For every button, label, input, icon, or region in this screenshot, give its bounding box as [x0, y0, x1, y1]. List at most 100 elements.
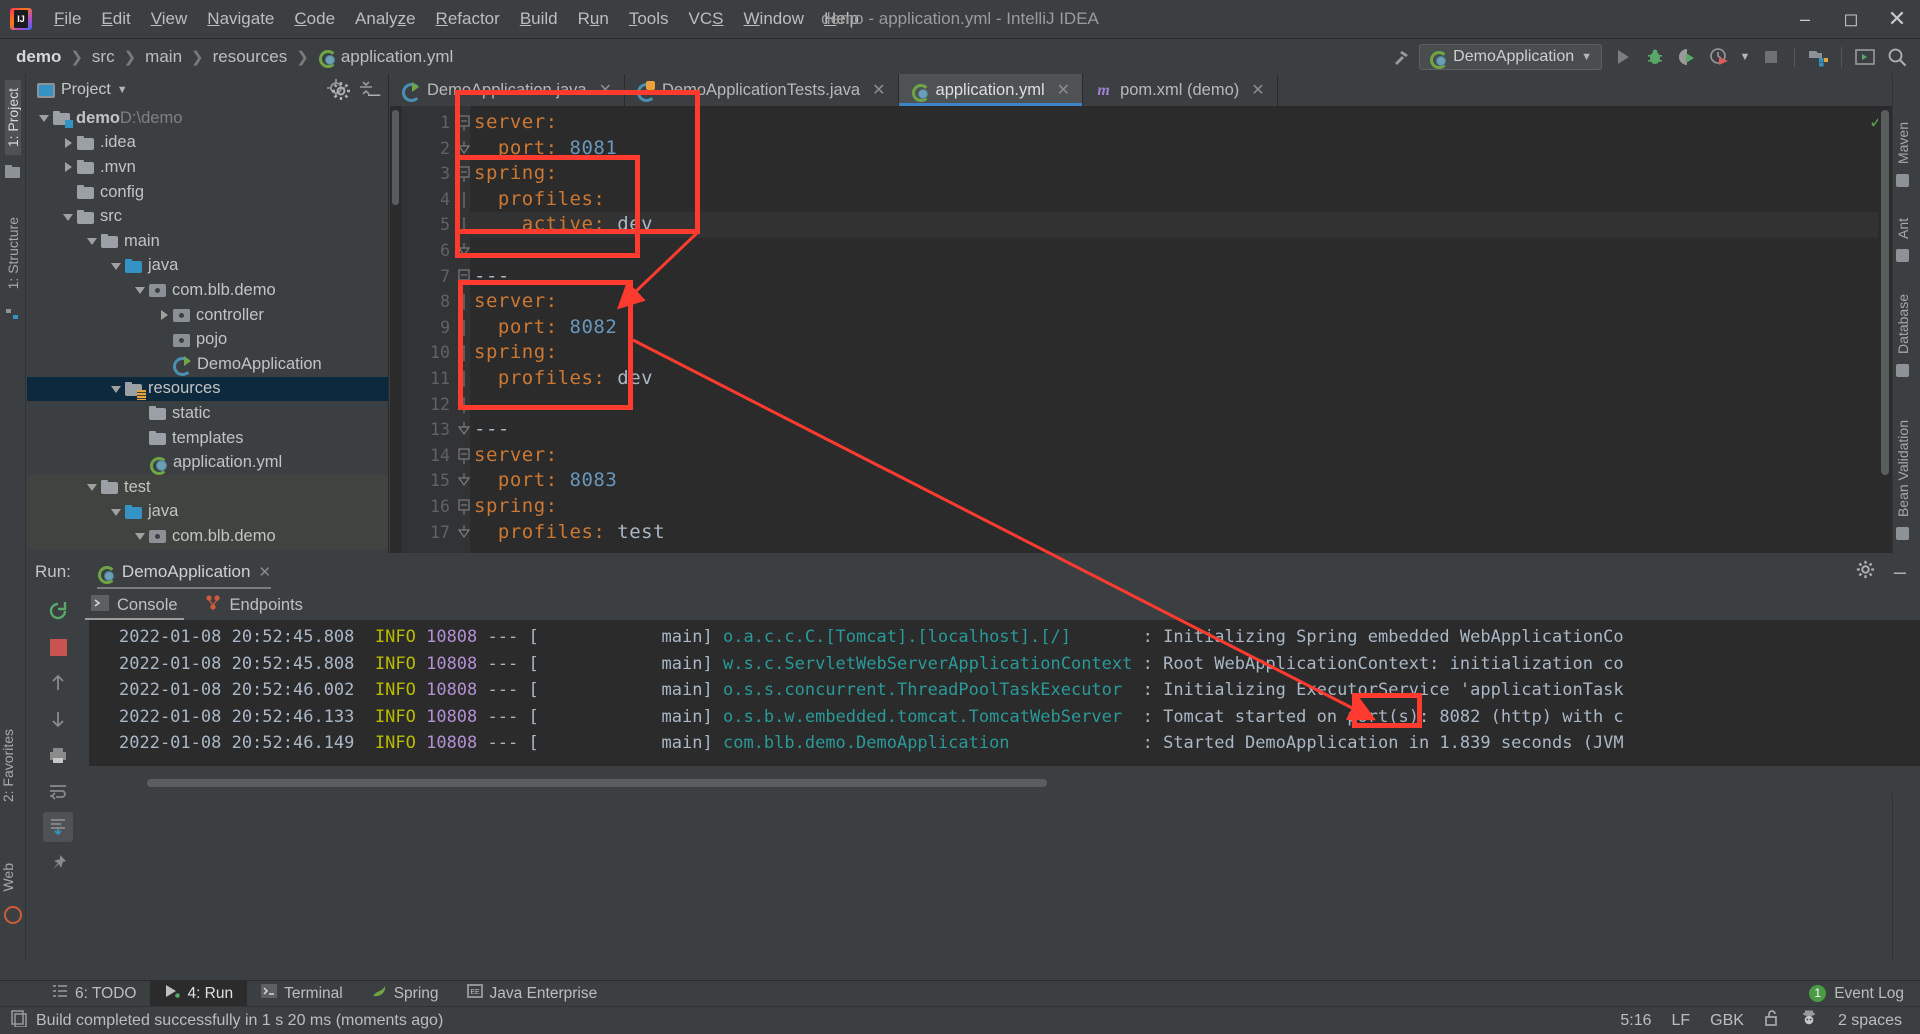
editor-tab-pom-xml--demo-[interactable]: m pom.xml (demo) ✕ [1083, 74, 1278, 106]
search-icon[interactable] [1882, 42, 1912, 72]
maximize-icon[interactable]: ◻ [1828, 0, 1874, 38]
close-icon[interactable]: ✕ [1874, 0, 1920, 38]
tree-node-static[interactable]: static [27, 401, 388, 426]
code-folding-marker[interactable] [458, 345, 472, 362]
code-folding-marker[interactable] [458, 217, 472, 234]
debug-icon[interactable] [1640, 42, 1670, 72]
console-output[interactable]: 2022-01-08 20:52:45.808 INFO 10808 --- [… [89, 620, 1920, 766]
code-folding-marker[interactable] [458, 448, 472, 465]
unlocked-icon[interactable] [1764, 1009, 1780, 1032]
editor-tab-application-yml[interactable]: application.yml ✕ [898, 74, 1084, 106]
code-line[interactable]: server: [474, 111, 558, 133]
tree-node-templates[interactable]: templates [27, 426, 388, 451]
code-line[interactable]: profiles: test [474, 521, 665, 543]
tree-node-java[interactable]: java [27, 254, 388, 279]
tree-node-demo[interactable]: demo D:\demo [27, 106, 388, 131]
sidebar-item-favorites[interactable]: 2: Favorites [0, 721, 16, 810]
tool-tab-java-enterprise[interactable]: EE Java Enterprise [453, 981, 612, 1007]
event-log-area[interactable]: 1 Event Log [1809, 985, 1920, 1003]
run-subtab-endpoints[interactable]: Endpoints [202, 590, 305, 620]
tool-tab-spring[interactable]: Spring [357, 981, 453, 1007]
chevron-down-icon[interactable] [109, 381, 125, 397]
scrollbar-thumb[interactable] [1881, 110, 1889, 475]
close-icon[interactable]: ✕ [1057, 80, 1070, 100]
code-folding-marker[interactable] [457, 243, 472, 257]
code-folding-marker[interactable] [458, 294, 472, 311]
hide-panel-icon[interactable]: ‒ [368, 82, 380, 104]
tool-tab-terminal[interactable]: Terminal [247, 981, 357, 1007]
code-line[interactable]: spring: [474, 162, 558, 184]
sidebar-item-web[interactable]: Web [0, 855, 16, 900]
menu-refactor[interactable]: Refactor [426, 5, 510, 33]
breadcrumb-item-demo[interactable]: demo [14, 47, 63, 67]
code-folding-marker[interactable] [458, 115, 472, 132]
menu-window[interactable]: Window [734, 5, 814, 33]
code-line[interactable]: profiles: dev [474, 367, 653, 389]
project-structure-icon[interactable] [1803, 42, 1833, 72]
editor-scrollbar[interactable] [1878, 106, 1892, 553]
editor-left-scrollbar[interactable] [390, 106, 402, 553]
tree-node-resources[interactable]: resources [27, 376, 388, 402]
menu-help[interactable]: Help [814, 5, 869, 33]
hammer-icon[interactable] [1387, 42, 1417, 72]
tool-tab-6--todo[interactable]: 6: TODO [38, 981, 150, 1007]
tree-node--idea[interactable]: .idea [27, 131, 388, 156]
chevron-down-icon[interactable] [133, 528, 149, 544]
tree-node-demoapplication[interactable]: DemoApplication [27, 352, 388, 377]
code-folding-marker[interactable] [457, 422, 472, 436]
run-icon[interactable] [1608, 42, 1638, 72]
rerun-icon[interactable] [43, 596, 73, 626]
sidebar-item-ant[interactable]: Ant [1895, 210, 1911, 270]
code-folding-marker[interactable] [458, 319, 472, 336]
tree-node-config[interactable]: config [27, 180, 388, 205]
profiler-icon[interactable] [1704, 42, 1734, 72]
tree-node-src[interactable]: src [27, 204, 388, 229]
tool-tab-4--run[interactable]: 4: Run [150, 980, 248, 1007]
menu-run[interactable]: Run [568, 5, 619, 33]
code-line[interactable]: server: [474, 290, 558, 312]
sidebar-item-structure[interactable]: 1: Structure [5, 209, 21, 297]
chevron-down-icon[interactable]: ▼ [117, 84, 128, 96]
console-horizontal-scrollbar[interactable] [89, 776, 1920, 790]
close-icon[interactable]: ✕ [258, 563, 271, 581]
editor-tab-demoapplicationtests-java[interactable]: DemoApplicationTests.java ✕ [625, 74, 899, 106]
menu-navigate[interactable]: Navigate [197, 5, 284, 33]
sidebar-item-project[interactable]: 1: Project [4, 80, 21, 156]
breadcrumb-item-application-yml[interactable]: application.yml [316, 47, 455, 68]
event-log-label[interactable]: Event Log [1834, 985, 1904, 1003]
chevron-down-icon[interactable] [85, 479, 101, 495]
stop-icon[interactable] [1756, 42, 1786, 72]
close-icon[interactable]: ✕ [872, 80, 885, 100]
menu-build[interactable]: Build [510, 5, 568, 33]
tree-node-main[interactable]: main [27, 229, 388, 254]
chevron-right-icon[interactable] [61, 159, 77, 175]
breadcrumb-item-resources[interactable]: resources [211, 47, 290, 67]
chevron-down-icon[interactable] [109, 258, 125, 274]
chevron-down-icon[interactable] [61, 209, 77, 225]
tree-node-test[interactable]: test [27, 474, 388, 500]
gear-icon[interactable] [1855, 559, 1876, 585]
line-separator[interactable]: LF [1671, 1012, 1690, 1030]
code-line[interactable]: profiles: [474, 188, 605, 210]
caret-position[interactable]: 5:16 [1620, 1012, 1651, 1030]
terminal-window-icon[interactable] [1850, 42, 1880, 72]
code-folding-marker[interactable] [457, 473, 472, 487]
hector-icon[interactable] [1800, 1009, 1818, 1032]
menu-edit[interactable]: Edit [91, 5, 140, 33]
tree-node-com-blb-demo[interactable]: com.blb.demo [27, 278, 388, 303]
menu-file[interactable]: File [44, 5, 91, 33]
chevron-right-icon[interactable] [61, 135, 77, 151]
scrollbar-thumb[interactable] [392, 110, 399, 205]
code-line[interactable]: spring: [474, 495, 558, 517]
breadcrumb-item-main[interactable]: main [143, 47, 184, 67]
code-editor[interactable]: 1 server: 2 port: 8081 3 spring: 4 profiles: 5… [390, 106, 1892, 553]
run-configuration-selector[interactable]: DemoApplication ▼ [1419, 44, 1602, 70]
up-arrow-icon[interactable] [43, 668, 73, 698]
code-folding-marker[interactable] [457, 524, 472, 539]
sidebar-item-database[interactable]: Database [1895, 286, 1911, 385]
close-icon[interactable]: ✕ [1251, 80, 1264, 100]
chevron-down-icon[interactable] [37, 110, 53, 126]
menu-code[interactable]: Code [284, 5, 345, 33]
code-line[interactable]: port: 8081 [474, 137, 617, 159]
code-folding-marker[interactable] [458, 396, 472, 413]
